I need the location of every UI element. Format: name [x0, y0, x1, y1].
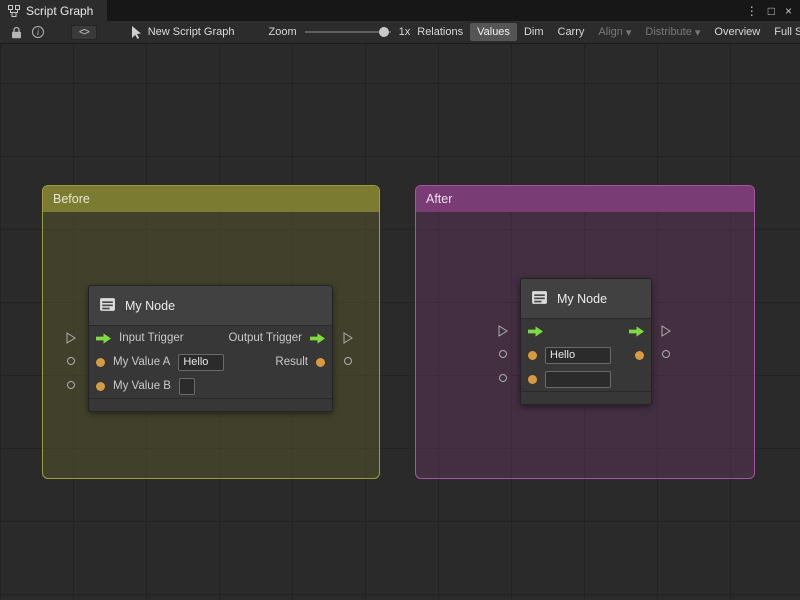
zoom-label: Zoom	[269, 26, 297, 38]
menu-icon[interactable]: ⋮	[746, 4, 758, 18]
graph-canvas[interactable]: Before After My Node	[0, 44, 800, 600]
result-port[interactable]	[316, 358, 325, 367]
input-trigger-label: Input Trigger	[119, 332, 184, 344]
zoom-slider-track[interactable]	[305, 31, 391, 33]
value-b-field[interactable]	[545, 371, 611, 388]
port-row-value-b	[521, 367, 651, 391]
value-b-port[interactable]	[96, 382, 105, 391]
tab-title: Script Graph	[26, 4, 93, 18]
value-b-field[interactable]	[179, 378, 195, 395]
dim-button[interactable]: Dim	[517, 23, 551, 41]
value-b-port[interactable]	[528, 375, 537, 384]
group-after-header[interactable]: After	[416, 186, 754, 212]
cursor-icon	[131, 26, 142, 39]
node-my-node-before[interactable]: My Node Input Trigger Output Trigger My …	[88, 285, 333, 412]
graph-name-label: New Script Graph	[148, 26, 235, 38]
graph-toolbar: i <> New Script Graph Zoom 1x Relations …	[0, 21, 800, 44]
values-button[interactable]: Values	[470, 23, 517, 41]
distribute-label: Distribute	[645, 26, 691, 38]
close-icon[interactable]: ×	[785, 4, 792, 18]
fullscreen-button[interactable]: Full Scr	[767, 23, 800, 41]
external-trigger-in-port[interactable]	[498, 324, 508, 342]
external-result-port[interactable]	[344, 357, 352, 365]
group-before-header[interactable]: Before	[43, 186, 379, 212]
external-trigger-in-port[interactable]	[66, 331, 76, 349]
overview-button[interactable]: Overview	[707, 23, 767, 41]
node-icon	[99, 296, 116, 316]
toolbar-buttons: Relations Values Dim Carry Align ▾ Distr…	[410, 21, 800, 43]
distribute-dropdown[interactable]: Distribute ▾	[638, 23, 707, 42]
zoom-slider-handle[interactable]	[379, 27, 389, 37]
external-trigger-out-port[interactable]	[661, 324, 671, 342]
tab-script-graph[interactable]: Script Graph	[0, 0, 107, 21]
output-trigger-port[interactable]	[629, 326, 644, 337]
tab-bar: Script Graph ⋮ □ ×	[0, 0, 800, 21]
port-row-trigger: Input Trigger Output Trigger	[89, 326, 332, 350]
port-row-value-a	[521, 343, 651, 367]
align-label: Align	[598, 26, 622, 38]
node-title: My Node	[125, 299, 175, 313]
external-value-b-port[interactable]	[67, 381, 75, 389]
node-icon	[531, 289, 548, 309]
port-row-value-a: My Value A Result	[89, 350, 332, 374]
port-row-trigger	[521, 319, 651, 343]
value-a-port[interactable]	[96, 358, 105, 367]
zoom-slider[interactable]	[305, 27, 391, 37]
graph-name: New Script Graph	[131, 26, 235, 39]
maximize-icon[interactable]: □	[768, 4, 775, 18]
input-trigger-port[interactable]	[528, 326, 543, 337]
external-value-b-port[interactable]	[499, 374, 507, 382]
input-trigger-port[interactable]	[96, 333, 111, 344]
window-controls: ⋮ □ ×	[746, 0, 800, 21]
zoom-value: 1x	[399, 26, 411, 38]
script-graph-icon	[8, 5, 20, 17]
value-a-port[interactable]	[528, 351, 537, 360]
node-header[interactable]: My Node	[89, 286, 332, 326]
value-b-label: My Value B	[113, 380, 171, 392]
chevron-down-icon: ▾	[695, 26, 701, 39]
port-row-value-b: My Value B	[89, 374, 332, 398]
node-title: My Node	[557, 292, 607, 306]
result-port[interactable]	[635, 351, 644, 360]
node-footer	[89, 398, 332, 411]
lock-icon[interactable]	[11, 26, 22, 39]
external-trigger-out-port[interactable]	[343, 331, 353, 349]
node-footer	[521, 391, 651, 404]
chevron-down-icon: ▾	[626, 26, 632, 39]
carry-button[interactable]: Carry	[551, 23, 592, 41]
script-graph-window: Script Graph ⋮ □ × i <> New Script Graph	[0, 0, 800, 600]
result-label: Result	[275, 356, 308, 368]
group-after-title: After	[426, 192, 452, 206]
value-a-label: My Value A	[113, 356, 170, 368]
align-dropdown[interactable]: Align ▾	[591, 23, 638, 42]
external-result-port[interactable]	[662, 350, 670, 358]
external-value-a-port[interactable]	[67, 357, 75, 365]
info-icon[interactable]: i	[32, 26, 44, 38]
relations-button[interactable]: Relations	[410, 23, 470, 41]
code-view-button[interactable]: <>	[71, 25, 97, 40]
external-value-a-port[interactable]	[499, 350, 507, 358]
group-before-title: Before	[53, 192, 90, 206]
output-trigger-label: Output Trigger	[228, 332, 302, 344]
output-trigger-port[interactable]	[310, 333, 325, 344]
node-header[interactable]: My Node	[521, 279, 651, 319]
value-a-field[interactable]	[545, 347, 611, 364]
node-my-node-after[interactable]: My Node	[520, 278, 652, 405]
value-a-field[interactable]	[178, 354, 224, 371]
